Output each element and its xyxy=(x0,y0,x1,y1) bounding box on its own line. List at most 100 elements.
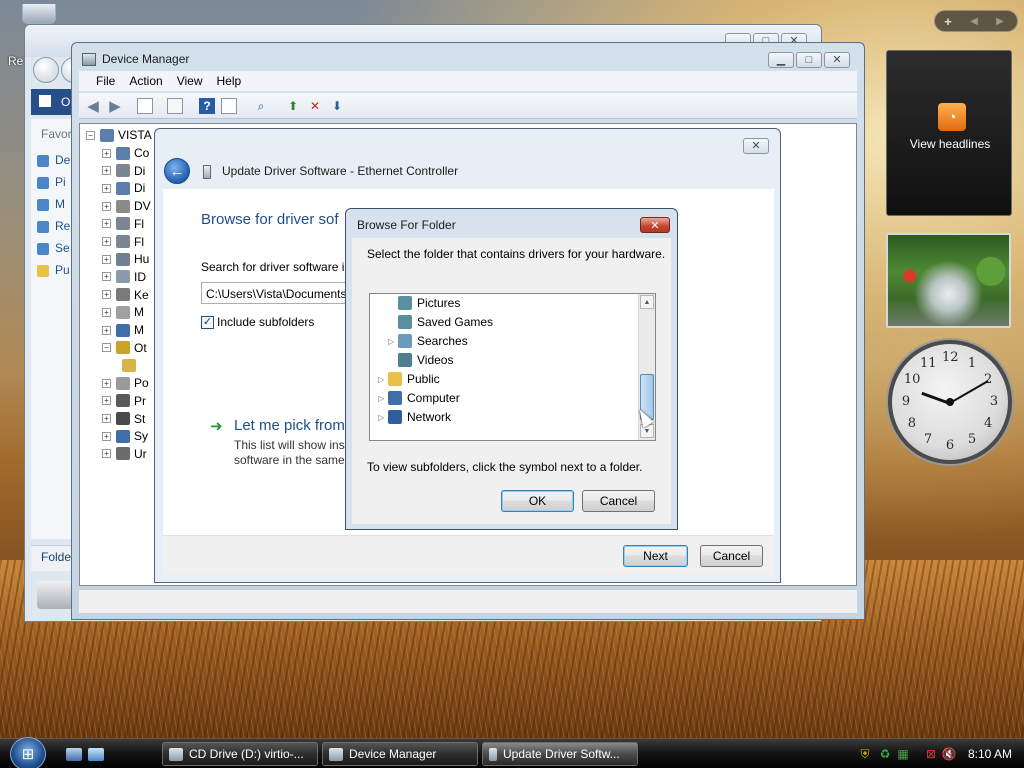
scroll-up-icon[interactable]: ▲ xyxy=(640,295,654,309)
browse-instruction: Select the folder that contains drivers … xyxy=(367,247,666,261)
expand-triangle-icon[interactable]: ▷ xyxy=(388,337,398,346)
device-category-row[interactable]: − Ot xyxy=(102,339,147,357)
uninstall-icon[interactable]: ✕ xyxy=(307,98,323,114)
expand-icon[interactable]: + xyxy=(102,166,111,176)
maximize-icon[interactable]: □ xyxy=(796,52,822,68)
expand-icon[interactable]: + xyxy=(102,272,111,282)
clock-gadget[interactable]: 12 1 2 3 4 5 6 7 8 9 10 11 xyxy=(888,340,1012,464)
device-category-row[interactable]: + Fl xyxy=(102,233,144,251)
expand-icon[interactable]: + xyxy=(102,183,111,193)
ok-button[interactable]: OK xyxy=(501,490,574,512)
browse-for-folder-dialog[interactable]: Browse For Folder ✕ Select the folder th… xyxy=(345,208,678,530)
device-category-row[interactable]: + Ke xyxy=(102,286,149,304)
back-nav-icon[interactable] xyxy=(33,57,59,83)
device-category-row[interactable]: + Pr xyxy=(102,392,146,410)
expand-icon[interactable]: + xyxy=(102,325,111,335)
back-arrow-icon[interactable]: ◀ xyxy=(85,98,101,115)
device-category-row[interactable]: + St xyxy=(102,410,145,428)
device-category-row[interactable]: + Fl xyxy=(102,215,144,233)
scan-hardware-icon[interactable]: ⌕ xyxy=(253,98,269,114)
device-category-row[interactable]: + Po xyxy=(102,374,149,392)
close-icon[interactable]: ✕ xyxy=(640,217,670,233)
expand-icon[interactable]: + xyxy=(102,254,111,264)
volume-muted-icon[interactable]: 🔇 xyxy=(942,747,957,761)
expand-triangle-icon[interactable]: ▷ xyxy=(378,413,388,422)
close-icon[interactable]: ✕ xyxy=(743,138,769,154)
sidebar-next-icon[interactable]: ▶ xyxy=(987,16,1013,27)
device-category-row[interactable] xyxy=(122,356,140,374)
security-shield-icon[interactable]: ⛨ xyxy=(858,747,872,761)
add-gadget-icon[interactable]: + xyxy=(935,14,961,29)
device-category-row[interactable]: + M xyxy=(102,303,144,321)
close-icon[interactable]: ✕ xyxy=(824,52,850,68)
update-driver-icon[interactable]: ⬆ xyxy=(285,98,301,114)
menu-view[interactable]: View xyxy=(170,71,210,91)
folder-item[interactable]: ▷ Public xyxy=(378,370,440,388)
minimize-icon[interactable]: ▁ xyxy=(768,52,794,68)
device-category-row[interactable]: + M xyxy=(102,321,144,339)
sidebar-toolbar: + ◀ ▶ xyxy=(934,10,1018,32)
expand-icon[interactable]: + xyxy=(102,414,111,423)
folder-item[interactable]: Pictures xyxy=(388,294,460,312)
device-category-row[interactable]: + Co xyxy=(102,144,149,162)
folder-item[interactable]: Saved Games xyxy=(388,313,493,331)
help-icon[interactable]: ? xyxy=(199,98,215,114)
device-category-row[interactable]: + Di xyxy=(102,162,145,180)
expand-icon[interactable]: + xyxy=(102,148,111,158)
expand-icon[interactable]: + xyxy=(102,290,111,300)
action-pane-icon[interactable] xyxy=(221,98,237,114)
tree-root[interactable]: − VISTA xyxy=(86,126,152,144)
pick-from-list-link[interactable]: Let me pick from xyxy=(234,417,345,434)
device-category-row[interactable]: + ID xyxy=(102,268,146,286)
network-status-icon[interactable]: ▦ xyxy=(896,747,910,761)
task-cd-drive[interactable]: CD Drive (D:) virtio-... xyxy=(162,742,318,766)
expand-icon[interactable]: + xyxy=(102,378,111,388)
collapse-icon[interactable]: − xyxy=(86,130,95,140)
task-device-manager[interactable]: Device Manager xyxy=(322,742,478,766)
collapse-icon[interactable]: − xyxy=(102,343,111,353)
device-category-row[interactable]: + Ur xyxy=(102,445,147,463)
expand-icon[interactable]: + xyxy=(102,219,111,229)
expand-icon[interactable]: + xyxy=(102,396,111,406)
cancel-button[interactable]: Cancel xyxy=(700,545,763,567)
recycle-bin-icon[interactable] xyxy=(22,4,56,24)
include-subfolders-checkbox[interactable]: ✓ xyxy=(201,316,214,329)
properties-view-icon[interactable] xyxy=(137,98,153,114)
start-orb-icon[interactable]: ⊞ xyxy=(10,737,46,768)
device-category-row[interactable]: + Sy xyxy=(102,427,148,445)
recycle-status-icon[interactable]: ♻ xyxy=(878,747,892,761)
expand-icon[interactable]: + xyxy=(102,307,111,317)
device-category-row[interactable]: + Hu xyxy=(102,250,149,268)
disable-device-icon[interactable]: ⬇ xyxy=(329,98,345,114)
menu-action[interactable]: Action xyxy=(122,71,169,91)
expand-icon[interactable]: + xyxy=(102,201,111,211)
clock-time[interactable]: 8:10 AM xyxy=(968,747,1012,761)
back-button[interactable]: ← xyxy=(164,158,190,184)
switch-windows-icon[interactable] xyxy=(88,748,104,761)
folder-item[interactable]: Videos xyxy=(388,351,453,369)
next-button[interactable]: Next xyxy=(623,545,688,567)
feed-headlines-gadget[interactable]: ◔ View headlines xyxy=(886,50,1012,216)
expand-icon[interactable]: + xyxy=(102,449,111,459)
device-category-row[interactable]: + Di xyxy=(102,179,145,197)
show-desktop-icon[interactable] xyxy=(66,748,82,761)
expand-triangle-icon[interactable]: ▷ xyxy=(378,375,388,384)
expand-icon[interactable]: + xyxy=(102,431,111,441)
folder-item[interactable]: ▷ Network xyxy=(378,408,451,426)
folder-item[interactable]: ▷ Computer xyxy=(378,389,460,407)
task-update-driver[interactable]: Update Driver Softw... xyxy=(482,742,638,766)
dm-menubar: File Action View Help xyxy=(79,71,857,91)
menu-help[interactable]: Help xyxy=(210,71,249,91)
slideshow-gadget[interactable] xyxy=(886,233,1011,328)
cancel-button[interactable]: Cancel xyxy=(582,490,655,512)
sidebar-prev-icon[interactable]: ◀ xyxy=(961,16,987,27)
device-category-icon xyxy=(116,341,130,355)
folder-item[interactable]: ▷ Searches xyxy=(388,332,468,350)
menu-file[interactable]: File xyxy=(89,71,122,91)
list-view-icon[interactable] xyxy=(167,98,183,114)
network-disconnected-icon[interactable]: ⊠ xyxy=(924,747,938,761)
device-category-row[interactable]: + DV xyxy=(102,197,151,215)
forward-arrow-icon[interactable]: ▶ xyxy=(107,98,123,115)
expand-icon[interactable]: + xyxy=(102,237,111,246)
expand-triangle-icon[interactable]: ▷ xyxy=(378,394,388,403)
